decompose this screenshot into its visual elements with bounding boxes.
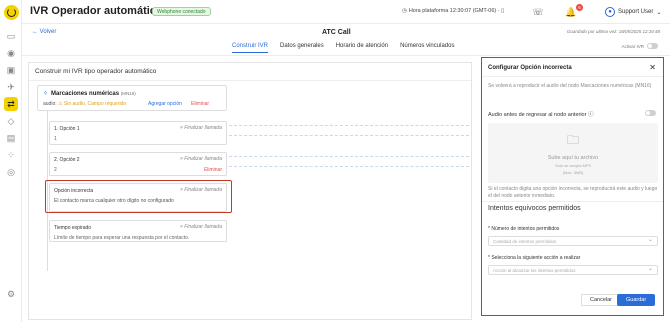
activate-ivr-label: Activar IVR [621,43,644,49]
sidebar: ▭ ◉ ▣ ✈ ⇄ ◇ ▤ ⁘ ◎ ⚙ [0,0,22,322]
save-button[interactable]: Guardar [617,294,656,306]
finish-call-text: Finalizar llamada [184,125,222,131]
audio-before-switch[interactable] [645,110,656,116]
connector-dashed [229,156,469,157]
clock-icon: ◷ [402,8,407,14]
close-icon[interactable]: ✕ [649,63,656,72]
timeout-card[interactable]: Tiempo expirado Límite de tiempo para es… [49,220,227,242]
connector-dashed [229,125,469,126]
attempts-select[interactable]: Cantidad de intentos permitidos [488,236,658,246]
config-panel: Configurar Opción incorrecta ✕ Se volver… [481,57,664,316]
apps-icon[interactable]: ⁘ [5,149,17,161]
app-logo [4,5,19,20]
next-action-label: * Selecciona la siguiente acción a reali… [488,255,581,261]
notification-count-badge: 6 [576,4,583,11]
tab-horario[interactable]: Horario de atención [336,43,388,53]
attempts-label: * Número de intentos permitidos [488,226,560,232]
activate-ivr-toggle[interactable]: Activar IVR [621,43,658,49]
document-icon[interactable]: ▤ [5,132,17,144]
back-label: Volver [39,29,57,35]
dashboard-icon[interactable]: ▭ [5,30,17,42]
divider [482,76,663,77]
audio-before-text: Audio antes de regresar al nodo anterior [488,112,587,118]
divider [29,80,471,81]
option-card-1[interactable]: 1. Opción 1 1 🕾 Finalizar llamada [49,121,227,145]
eye-icon[interactable]: ◉ [5,47,17,59]
next-action-select[interactable]: Acción al alcanzar los intentos permitid… [488,265,658,275]
option-digit: 2 [54,167,57,173]
tab-bar: Construir IVR Datos generales Horario de… [232,43,454,53]
chevron-down-icon: ⌄ [656,9,662,16]
section-title: Intentos equivocos permitidos [488,205,581,212]
user-avatar-icon: ● [605,7,615,17]
tab-datos-generales[interactable]: Datos generales [280,43,324,53]
upload-formats-text: Solo se acepta MP3 [555,163,591,168]
finish-call-text: Finalizar llamada [184,224,222,230]
finish-call-text: Finalizar llamada [184,156,222,162]
topbar: IVR Operador automático Webphone conecta… [22,0,670,24]
finish-call-label: 🕾 Finalizar llamada [179,224,222,230]
option-card-2[interactable]: 2. Opción 2 2 🕾 Finalizar llamada Elimin… [49,152,227,176]
delete-option-button[interactable]: Eliminar [204,167,222,173]
builder-title: Construir mi IVR tipo operador automátic… [35,68,157,75]
node-tag: (MN16) [120,91,136,96]
grid-icon: ⁘ [43,91,49,97]
finish-call-label: 🕾 Finalizar llamada [179,125,222,131]
delete-node-button[interactable]: Eliminar [191,101,209,107]
connector-dashed [229,166,469,167]
contacts-icon[interactable]: ▣ [5,64,17,76]
option-title: Tiempo expirado [54,225,92,231]
cancel-button[interactable]: Cancelar [581,294,622,306]
audio-before-label: Audio antes de regresar al nodo anterior… [488,110,594,118]
node-audio: audio: ⚠ Sin audio, Campo requerido [43,101,126,107]
divider [482,201,663,202]
panel-note: Si el contacto digita una opción incorre… [488,186,658,199]
broadcast-icon[interactable]: ◎ [5,166,17,178]
page-header: ← Volver ATC Call Guardado por ultima ve… [22,24,670,56]
platform-clock: ◷ Hora plataforma 12:30:07 (GMT-06) · ▯ [402,8,504,14]
finish-call-label: 🕾 Finalizar llamada [179,156,222,162]
settings-gear-icon[interactable]: ⚙ [5,288,17,300]
app-title: IVR Operador automático [30,5,163,17]
user-menu[interactable]: ● Support User ⌄ [605,6,661,18]
folder-icon: 🗀 [566,133,579,147]
add-option-button[interactable]: Agregar opción [148,101,182,107]
option-title: 2. Opción 2 [54,157,80,163]
tab-construir-ivr[interactable]: Construir IVR [232,43,269,53]
highlight-box [45,180,232,213]
node-title: ⁘ Marcaciones numéricas (MN16) [43,90,136,97]
back-link[interactable]: ← Volver [32,29,56,35]
node-marcaciones[interactable]: ⁘ Marcaciones numéricas (MN16) audio: ⚠ S… [37,85,227,111]
option-description: Límite de tiempo para esperar una respue… [54,235,190,241]
upload-main-text: Sube aquí tu archivo [547,155,599,161]
info-icon: ⓘ [587,112,594,118]
upload-max-text: (Max. 5MB) [562,170,584,175]
panel-description: Se volverá a reproducir el audio del nod… [488,83,652,89]
webphone-status-badge: Webphone conectado [152,7,211,16]
option-digit: 1 [54,136,57,142]
user-name: Support User [618,9,654,15]
audio-before-toggle[interactable] [645,110,656,118]
campaign-icon[interactable]: ✈ [5,81,17,93]
audio-label: audio: [43,101,57,107]
panel-title: Configurar Opción incorrecta [488,65,572,71]
activate-ivr-switch[interactable] [647,43,658,49]
node-title-text: Marcaciones numéricas [51,91,120,97]
ivr-flow-icon[interactable]: ⇄ [4,97,18,111]
option-title: 1. Opción 1 [54,126,80,132]
tab-numeros-vinculados[interactable]: Números vinculados [400,43,454,53]
clock-text: Hora plataforma 12:30:07 (GMT-06) · ▯ [408,8,505,14]
audio-warning: ⚠ Sin audio, Campo requerido [58,101,127,107]
file-dropzone[interactable]: 🗀 Sube aquí tu archivo Solo se acepta MP… [488,123,658,183]
phone-settings-icon[interactable]: ☏ [532,6,544,18]
tag-icon[interactable]: ◇ [5,115,17,127]
saved-timestamp: Guardado por ultima vez: 18/05/2025 12:3… [566,29,660,34]
call-title: ATC Call [322,29,351,36]
connector-dashed [229,135,469,136]
